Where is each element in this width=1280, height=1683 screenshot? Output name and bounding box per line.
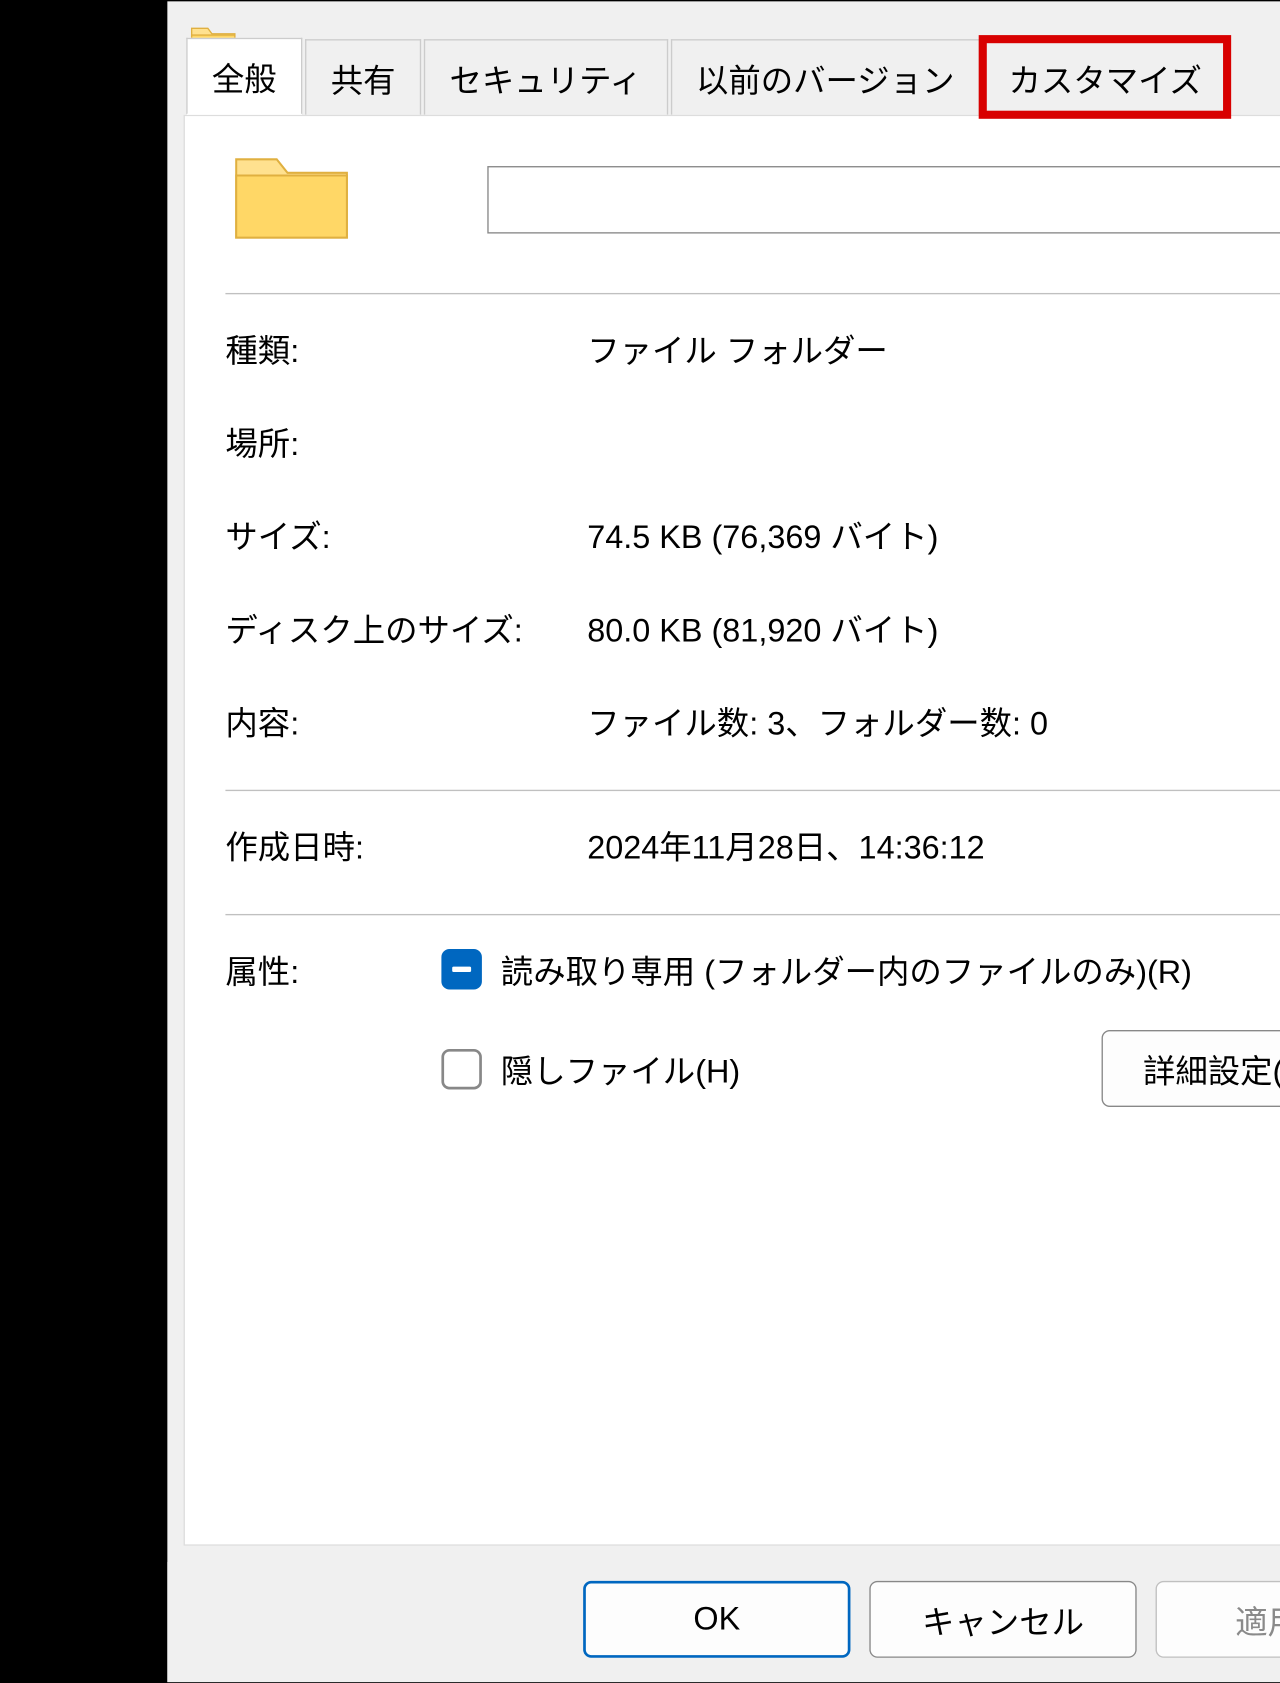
tabs: 全般 共有 セキュリティ 以前のバージョン カスタマイズ: [167, 39, 1280, 115]
advanced-button[interactable]: 詳細設定(D)...: [1101, 1030, 1280, 1107]
tab-security[interactable]: セキュリティ: [424, 39, 668, 115]
location-label: 場所:: [225, 417, 587, 464]
created-label: 作成日時:: [225, 821, 587, 868]
type-label: 種類:: [225, 324, 587, 371]
contents-value: ファイル数: 3、フォルダー数: 0: [587, 697, 1280, 744]
apply-button[interactable]: 適用(A): [1156, 1581, 1280, 1658]
readonly-checkbox[interactable]: [441, 948, 482, 989]
folder-icon-large: [225, 149, 352, 250]
divider: [225, 293, 1280, 294]
size-on-disk-value: 80.0 KB (81,920 バイト): [587, 603, 1280, 650]
contents-label: 内容:: [225, 697, 587, 744]
size-value: 74.5 KB (76,369 バイト): [587, 510, 1280, 557]
readonly-label: 読み取り専用 (フォルダー内のファイルのみ)(R): [501, 945, 1192, 992]
hidden-label: 隠しファイル(H): [501, 1045, 740, 1092]
tab-customize[interactable]: カスタマイズ: [983, 39, 1228, 115]
size-label: サイズ:: [225, 510, 587, 557]
dialog-footer: OK キャンセル 適用(A): [167, 1562, 1280, 1682]
tab-general[interactable]: 全般: [186, 38, 302, 115]
hidden-checkbox[interactable]: [441, 1048, 482, 1089]
divider: [225, 790, 1280, 791]
created-value: 2024年11月28日、14:36:12: [587, 821, 1280, 868]
properties-dialog: 全般 共有 セキュリティ 以前のバージョン カスタマイズ 種類: ファイル フォ…: [166, 0, 1280, 1683]
tab-previous-versions[interactable]: 以前のバージョン: [670, 39, 980, 115]
size-on-disk-label: ディスク上のサイズ:: [225, 603, 587, 650]
cancel-button[interactable]: キャンセル: [869, 1581, 1136, 1658]
folder-name-input[interactable]: [487, 165, 1280, 233]
attributes-label: 属性:: [225, 945, 441, 992]
type-value: ファイル フォルダー: [587, 324, 1280, 371]
ok-button[interactable]: OK: [583, 1581, 850, 1658]
general-panel: 種類: ファイル フォルダー 場所: サイズ: 74.5 KB (76,369 …: [184, 115, 1280, 1546]
divider: [225, 914, 1280, 915]
tab-sharing[interactable]: 共有: [305, 39, 421, 115]
